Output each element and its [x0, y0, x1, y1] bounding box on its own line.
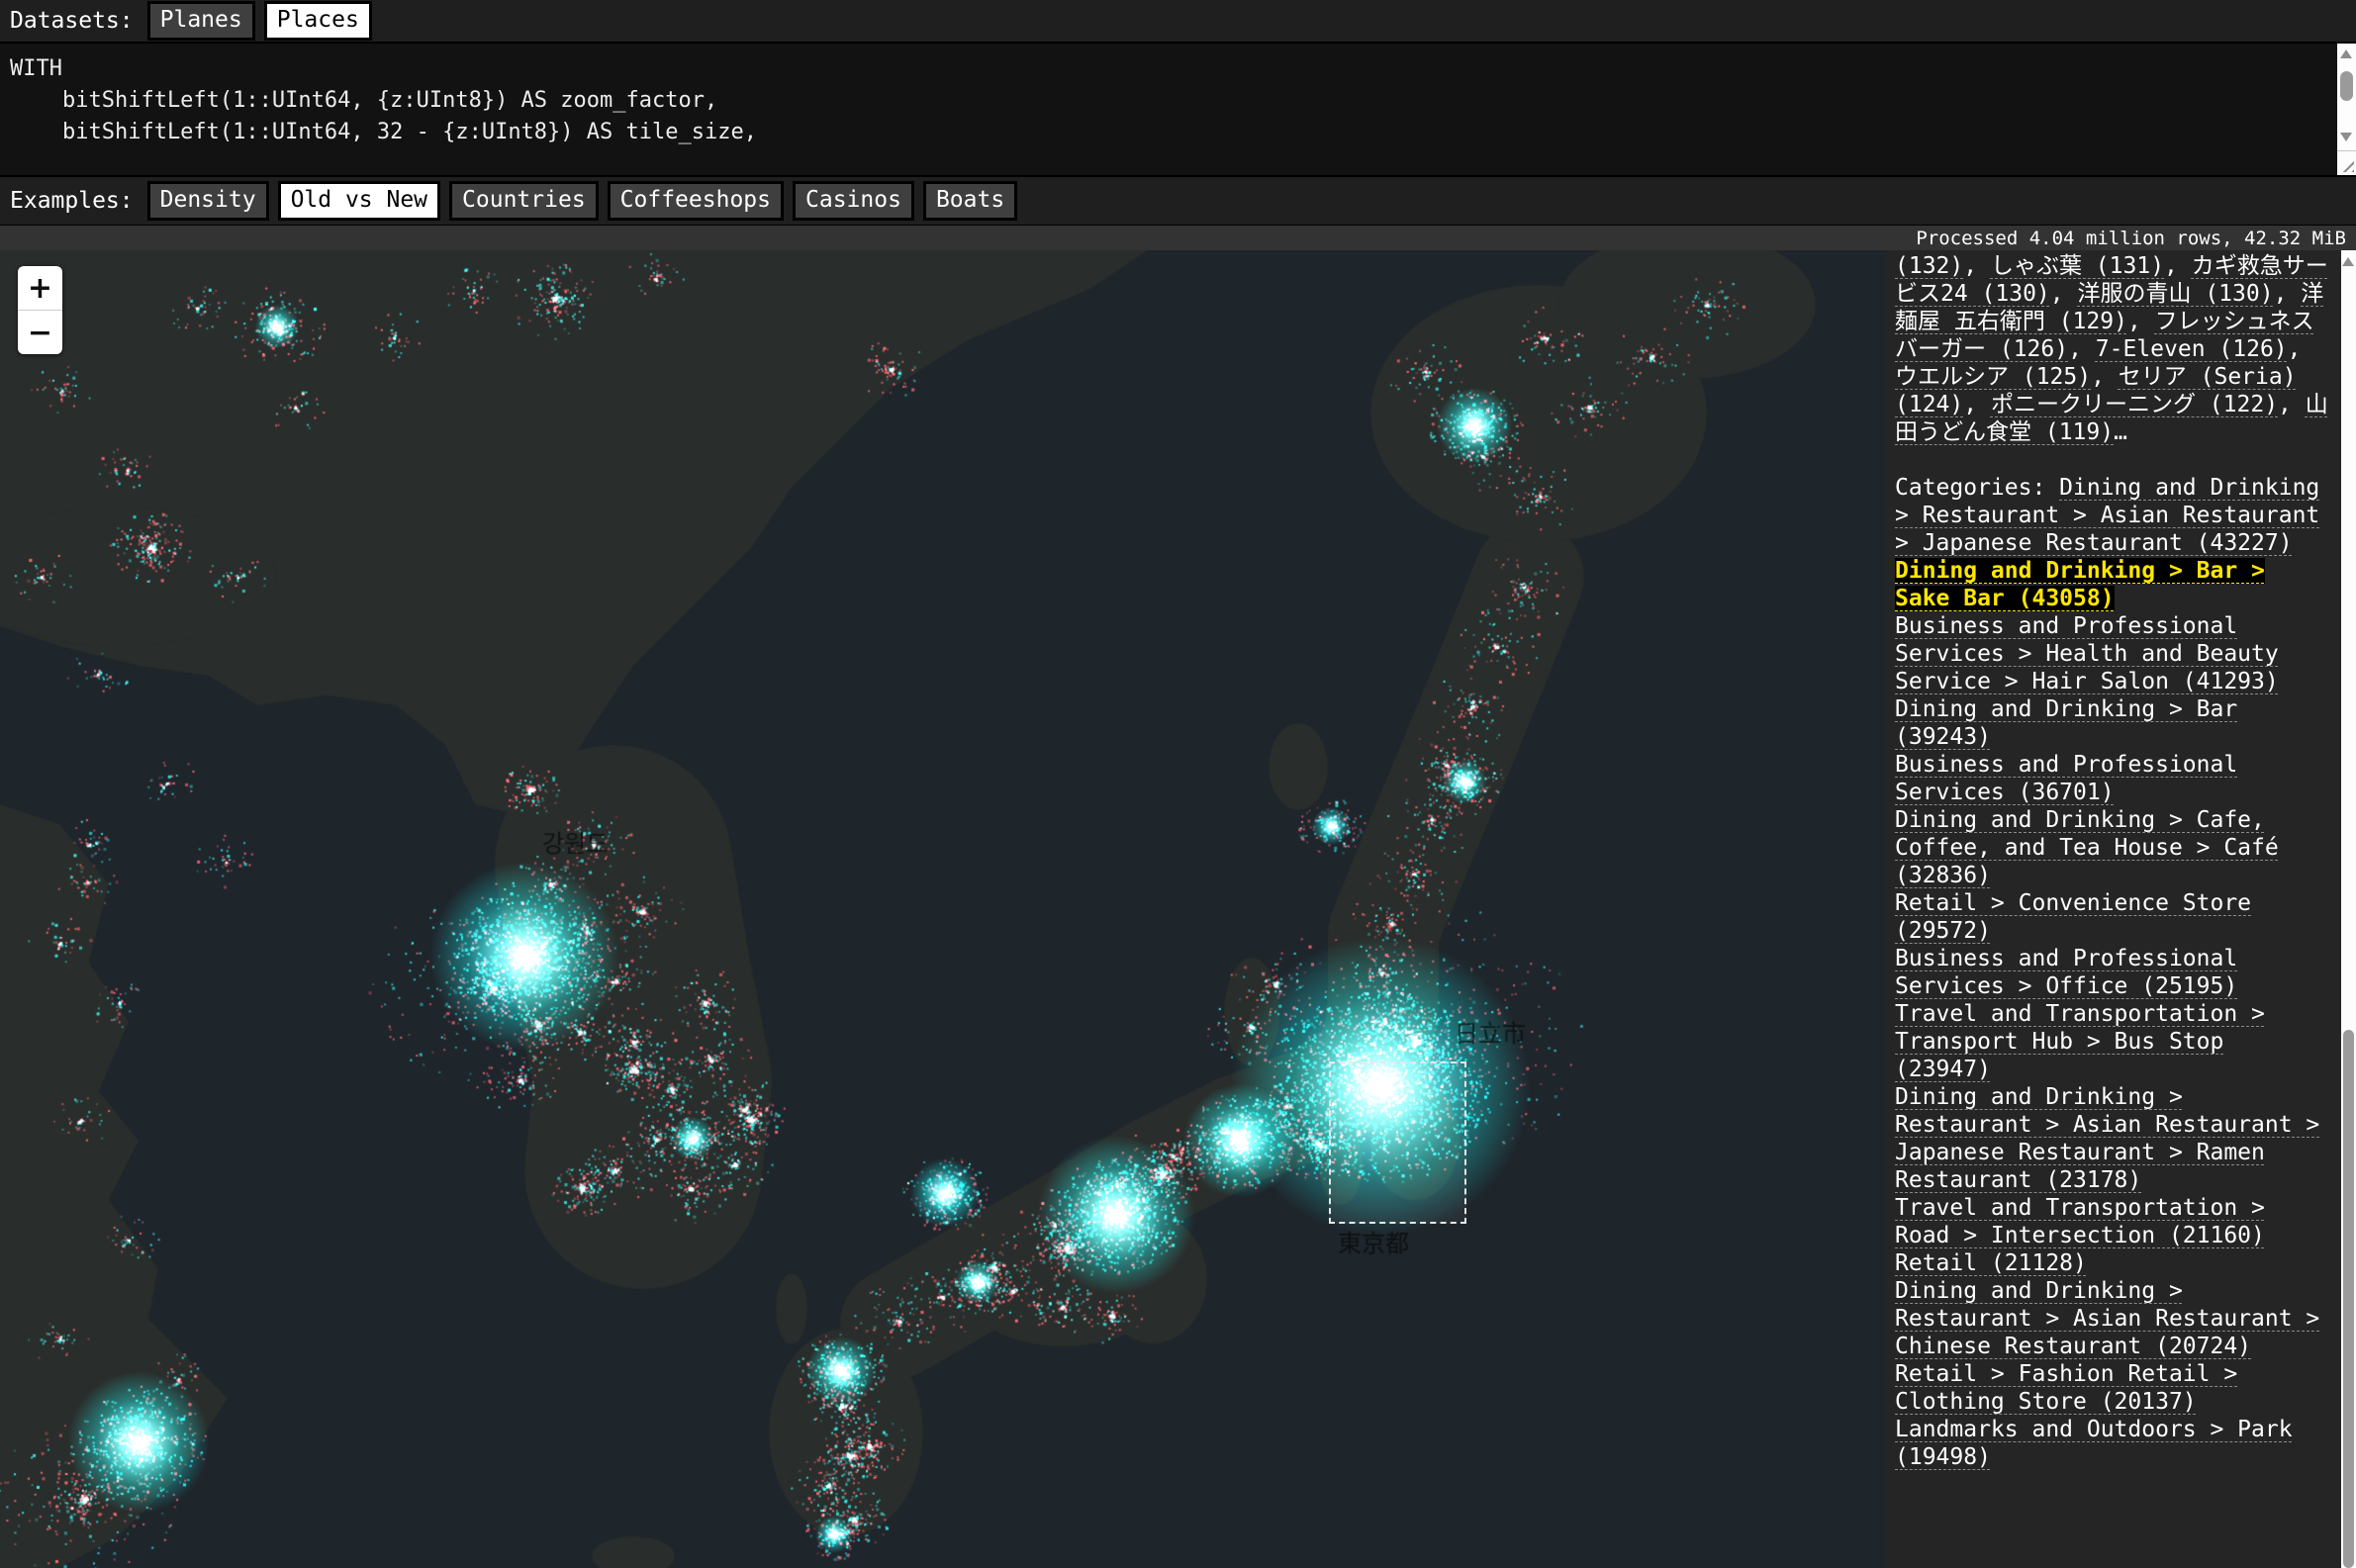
status-bar: Processed 4.04 million rows, 42.32 MiB: [0, 226, 2356, 250]
sql-scrollbar-thumb[interactable]: [2340, 71, 2353, 101]
sql-code[interactable]: WITH bitShiftLeft(1::UInt64, {z:UInt8}) …: [0, 44, 2356, 175]
example-button-casinos[interactable]: Casinos: [793, 181, 914, 221]
category-link[interactable]: Dining and Drinking > Cafe, Coffee, and …: [1895, 807, 2279, 888]
scroll-up-icon[interactable]: [2340, 49, 2352, 58]
map-zoom-control: + −: [18, 266, 62, 354]
category-link[interactable]: Business and Professional Services > Off…: [1895, 946, 2237, 999]
processed-status: Processed 4.04 million rows, 42.32 MiB: [1916, 228, 2346, 249]
name-link[interactable]: ウエルシア (125): [1895, 364, 2091, 390]
map-canvas[interactable]: [0, 250, 1886, 1568]
name-link[interactable]: 7-Eleven (126): [2096, 336, 2288, 362]
scroll-up-icon[interactable]: [2342, 257, 2354, 266]
category-link[interactable]: Dining and Drinking > Restaurant > Asian…: [1895, 1084, 2319, 1193]
examples-bar: Examples: Density Old vs New Countries C…: [0, 175, 2356, 226]
main-area: + − (132), しゃぶ葉 (131), カギ救急サービス24 (130),…: [0, 250, 2356, 1568]
category-link[interactable]: Business and Professional Services > Hea…: [1895, 613, 2279, 694]
dataset-button-places[interactable]: Places: [264, 1, 372, 41]
name-link[interactable]: しゃぶ葉 (131): [1991, 253, 2164, 279]
category-link[interactable]: Dining and Drinking > Restaurant > Asian…: [1895, 1278, 2319, 1359]
name-link[interactable]: 洋服の青山 (130): [2077, 281, 2273, 307]
example-button-old-vs-new[interactable]: Old vs New: [278, 181, 440, 221]
category-link-highlighted[interactable]: Dining and Drinking > Bar > Sake Bar (43…: [1895, 558, 2265, 611]
zoom-out-button[interactable]: −: [18, 311, 62, 354]
category-link[interactable]: Retail > Convenience Store (29572): [1895, 890, 2251, 944]
sidebar: (132), しゃぶ葉 (131), カギ救急サービス24 (130), 洋服の…: [1886, 250, 2341, 1568]
datasets-label: Datasets:: [10, 8, 134, 34]
map[interactable]: + −: [0, 250, 1886, 1568]
example-button-coffeeshops[interactable]: Coffeeshops: [608, 181, 784, 221]
page-scrollbar[interactable]: [2341, 250, 2356, 1568]
examples-label: Examples:: [10, 188, 134, 214]
resize-grip-icon[interactable]: [2339, 157, 2354, 172]
category-link[interactable]: Business and Professional Services (3670…: [1895, 752, 2237, 805]
dataset-button-planes[interactable]: Planes: [147, 1, 255, 41]
category-link[interactable]: Retail (21128): [1895, 1250, 2087, 1276]
example-button-density[interactable]: Density: [147, 181, 269, 221]
zoom-in-button[interactable]: +: [18, 266, 62, 310]
scroll-down-icon[interactable]: [2340, 133, 2352, 141]
categories-list: Categories: Dining and Drinking > Restau…: [1895, 474, 2331, 1471]
category-link[interactable]: Travel and Transportation > Transport Hu…: [1895, 1001, 2265, 1082]
example-button-countries[interactable]: Countries: [449, 181, 599, 221]
sql-scrollbar[interactable]: [2337, 44, 2356, 175]
categories-label: Categories:: [1895, 475, 2059, 501]
names-list: (132), しゃぶ葉 (131), カギ救急サービス24 (130), 洋服の…: [1895, 252, 2331, 446]
scrollbar-divider: [2337, 150, 2356, 151]
sql-editor[interactable]: WITH bitShiftLeft(1::UInt64, {z:UInt8}) …: [0, 44, 2356, 175]
name-link[interactable]: (132): [1895, 253, 1963, 279]
category-link[interactable]: Retail > Fashion Retail > Clothing Store…: [1895, 1361, 2237, 1415]
page-scrollbar-thumb[interactable]: [2343, 1030, 2354, 1568]
name-link[interactable]: ポニークリーニング (122): [1991, 392, 2278, 417]
datasets-bar: Datasets: Planes Places: [0, 0, 2356, 44]
map-selection-rect[interactable]: [1329, 1061, 1466, 1224]
example-button-boats[interactable]: Boats: [923, 181, 1017, 221]
category-link[interactable]: Dining and Drinking > Bar (39243): [1895, 696, 2237, 750]
category-link[interactable]: Travel and Transportation > Road > Inter…: [1895, 1195, 2265, 1248]
category-link[interactable]: Landmarks and Outdoors > Park (19498): [1895, 1417, 2293, 1470]
